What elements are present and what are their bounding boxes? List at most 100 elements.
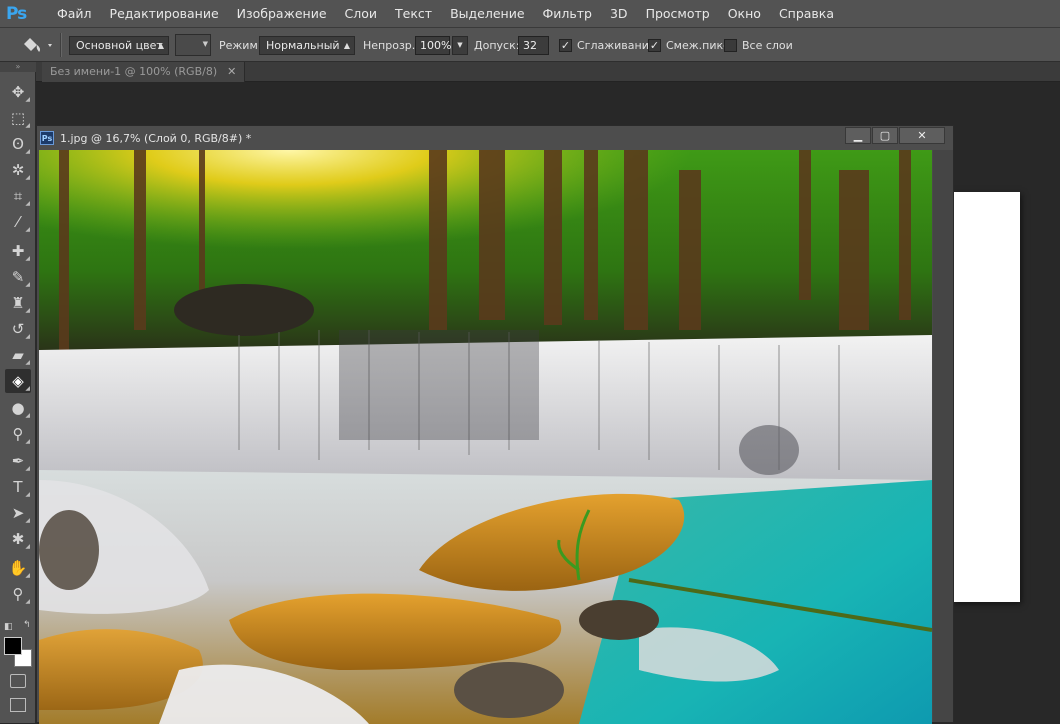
- magic-wand-tool[interactable]: ✲ ◢: [5, 158, 31, 182]
- pattern-picker[interactable]: ▼: [175, 34, 211, 56]
- fill-source-value: Основной цвет: [76, 38, 163, 52]
- tool-flyout-indicator-icon: ◢: [25, 412, 30, 419]
- antialias-label: Сглаживание: [577, 38, 656, 52]
- document-title-bar[interactable]: Ps 1.jpg @ 16,7% (Слой 0, RGB/8#) * ▁ ▢ …: [37, 126, 953, 150]
- contiguous-checkbox-group[interactable]: ✓ Смеж.пикс: [648, 28, 729, 62]
- blur-icon: ●: [11, 399, 25, 417]
- menu-select[interactable]: Выделение: [441, 6, 533, 21]
- swap-colors-icon[interactable]: ↰: [23, 620, 31, 630]
- pen-icon: ✒: [11, 452, 25, 470]
- tolerance-input[interactable]: 32: [518, 35, 549, 55]
- marquee-tool[interactable]: ⬚ ◢: [5, 106, 31, 130]
- tool-flyout-indicator-icon: ◢: [25, 307, 30, 314]
- crop-tool[interactable]: ⌗ ◢: [5, 184, 31, 208]
- magic-wand-icon: ✲: [11, 161, 25, 179]
- menu-image[interactable]: Изображение: [228, 6, 336, 21]
- document-tab-bar: Без имени-1 @ 100% (RGB/8) ✕: [36, 62, 1060, 82]
- vertical-scrollbar[interactable]: [933, 150, 953, 722]
- path-selection-icon: ➤: [11, 504, 25, 522]
- tool-preset-picker[interactable]: [20, 28, 54, 62]
- healing-brush-icon: ✚: [11, 242, 25, 260]
- all-layers-label: Все слои: [742, 38, 793, 52]
- blur-tool[interactable]: ● ◢: [5, 396, 31, 420]
- eraser-tool[interactable]: ▰ ◢: [5, 343, 31, 367]
- maximize-button[interactable]: ▢: [872, 127, 898, 144]
- eyedropper-icon: ⁄: [16, 213, 20, 231]
- options-bar: Основной цвет ▲ ▼ Режим: Нормальный ▲ Не…: [0, 28, 1060, 62]
- menu-help[interactable]: Справка: [770, 6, 843, 21]
- zoom-tool[interactable]: ⚲ ◢: [5, 582, 31, 606]
- antialias-checkbox[interactable]: ✓: [559, 38, 572, 52]
- history-brush-tool[interactable]: ↺ ◢: [5, 317, 31, 341]
- tool-flyout-indicator-icon: ◢: [25, 359, 30, 366]
- menu-window[interactable]: Окно: [719, 6, 770, 21]
- type-tool[interactable]: T ◢: [5, 475, 31, 499]
- waterfall-photo-canvas[interactable]: [39, 150, 932, 724]
- chevron-updown-icon: ▲: [343, 40, 350, 50]
- opacity-input[interactable]: 100%: [415, 35, 451, 55]
- custom-shape-tool[interactable]: ✱ ◢: [5, 527, 31, 551]
- dodge-icon: ⚲: [12, 425, 24, 443]
- paint-bucket-tool[interactable]: ◈ ◢: [5, 369, 31, 393]
- brush-tool[interactable]: ✎ ◢: [5, 265, 31, 289]
- marquee-icon: ⬚: [10, 109, 26, 127]
- clone-stamp-icon: ♜: [11, 294, 25, 312]
- tool-flyout-indicator-icon: ◢: [25, 333, 30, 340]
- menu-bar: Ps Файл Редактирование Изображение Слои …: [0, 0, 1060, 28]
- menu-filter[interactable]: Фильтр: [534, 6, 601, 21]
- hand-tool[interactable]: ✋ ◢: [5, 556, 31, 580]
- close-icon[interactable]: ✕: [227, 62, 236, 82]
- lasso-icon: ʘ: [12, 135, 24, 153]
- mode-label: Режим:: [219, 38, 262, 52]
- panel-collapse-grip[interactable]: »: [0, 62, 36, 72]
- paint-bucket-icon: ◈: [12, 372, 24, 390]
- tolerance-label: Допуск:: [474, 38, 520, 52]
- pen-tool[interactable]: ✒ ◢: [5, 449, 31, 473]
- type-icon: T: [13, 478, 23, 496]
- tool-flyout-indicator-icon: ◢: [25, 572, 30, 579]
- all-layers-checkbox[interactable]: [724, 38, 737, 52]
- minimize-button[interactable]: ▁: [845, 127, 871, 144]
- photoshop-logo: Ps: [6, 3, 27, 24]
- menu-3d[interactable]: 3D: [601, 6, 637, 21]
- tab-label: Без имени-1 @ 100% (RGB/8): [50, 65, 218, 78]
- close-button[interactable]: ✕: [899, 127, 945, 144]
- tool-flyout-indicator-icon: ◢: [25, 385, 30, 392]
- menu-layers[interactable]: Слои: [336, 6, 387, 21]
- all-layers-checkbox-group[interactable]: Все слои: [724, 28, 793, 62]
- quick-mask-icon[interactable]: [10, 674, 26, 688]
- tool-flyout-indicator-icon: ◢: [25, 517, 30, 524]
- eyedropper-tool[interactable]: ⁄ ◢: [5, 210, 31, 234]
- lasso-tool[interactable]: ʘ ◢: [5, 132, 31, 156]
- dodge-tool[interactable]: ⚲ ◢: [5, 422, 31, 446]
- tab-untitled-1[interactable]: Без имени-1 @ 100% (RGB/8) ✕: [42, 62, 246, 82]
- untitled-canvas[interactable]: [952, 192, 1020, 602]
- custom-shape-icon: ✱: [11, 530, 25, 548]
- move-tool[interactable]: ✥ ◢: [5, 80, 31, 104]
- move-icon: ✥: [11, 83, 25, 101]
- tool-flyout-indicator-icon: ◢: [25, 465, 30, 472]
- antialias-checkbox-group[interactable]: ✓ Сглаживание: [559, 28, 656, 62]
- menu-file[interactable]: Файл: [48, 6, 101, 21]
- contiguous-label: Смеж.пикс: [666, 38, 730, 52]
- menu-edit[interactable]: Редактирование: [101, 6, 228, 21]
- foreground-color-swatch[interactable]: [4, 637, 22, 655]
- zoom-icon: ⚲: [12, 585, 24, 603]
- blend-mode-dropdown[interactable]: Нормальный ▲: [259, 35, 355, 55]
- opacity-slider-toggle[interactable]: ▼: [452, 35, 468, 55]
- divider: [60, 33, 62, 57]
- screen-mode-icon[interactable]: [10, 698, 26, 712]
- document-title: 1.jpg @ 16,7% (Слой 0, RGB/8#) *: [60, 131, 252, 145]
- fill-source-dropdown[interactable]: Основной цвет ▲: [69, 35, 169, 55]
- menu-view[interactable]: Просмотр: [637, 6, 719, 21]
- clone-stamp-tool[interactable]: ♜ ◢: [5, 291, 31, 315]
- contiguous-checkbox[interactable]: ✓: [648, 38, 661, 52]
- tool-flyout-indicator-icon: ◢: [25, 174, 30, 181]
- path-selection-tool[interactable]: ➤ ◢: [5, 501, 31, 525]
- menu-type[interactable]: Текст: [386, 6, 441, 21]
- history-brush-icon: ↺: [11, 320, 25, 338]
- default-colors-icon[interactable]: ◧: [4, 622, 13, 632]
- tool-flyout-indicator-icon: ◢: [25, 226, 30, 233]
- healing-brush-tool[interactable]: ✚ ◢: [5, 239, 31, 263]
- chevron-updown-icon: ▲: [157, 40, 164, 50]
